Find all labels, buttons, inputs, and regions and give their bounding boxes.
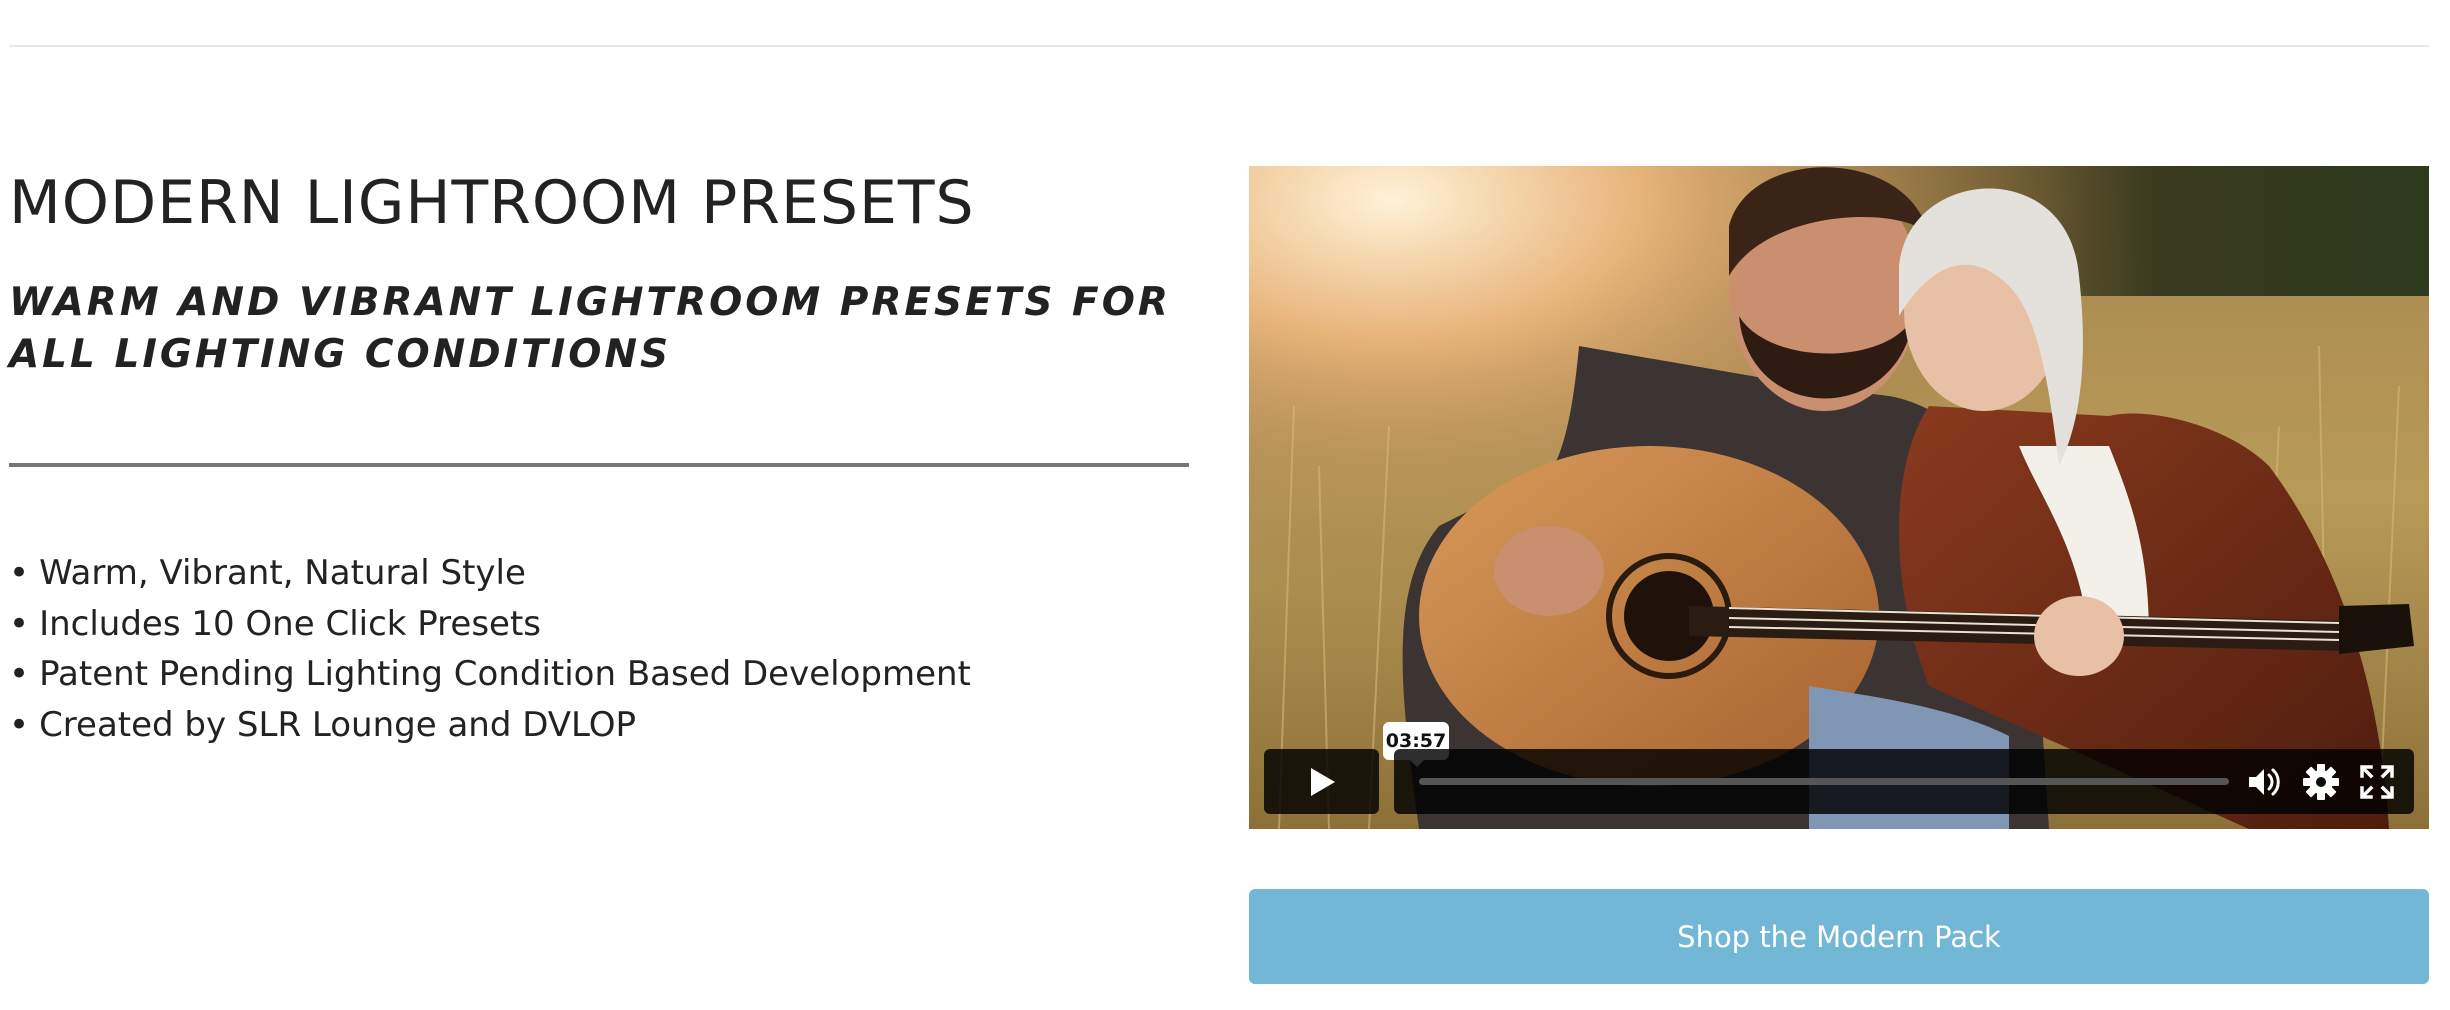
page-title: MODERN LIGHTROOM PRESETS <box>9 168 975 238</box>
bullet: • <box>9 704 30 745</box>
bullet: • <box>9 553 30 593</box>
feature-text: Patent Pending Lighting Condition Based … <box>39 654 971 694</box>
feature-item: • Warm, Vibrant, Natural Style <box>9 548 971 599</box>
feature-text: Warm, Vibrant, Natural Style <box>39 553 526 593</box>
feature-list: • Warm, Vibrant, Natural Style • Includes … <box>9 548 971 750</box>
bullet: • <box>9 603 30 644</box>
video-player[interactable]: 03:57 <box>1249 166 2429 829</box>
feature-text: Created by SLR Lounge and DVLOP <box>39 704 637 745</box>
feature-item: • Includes 10 One Click Presets <box>9 599 971 650</box>
feature-text: Includes 10 One Click Presets <box>39 603 542 644</box>
section-divider <box>9 463 1189 467</box>
page: MODERN LIGHTROOM PRESETS WARM AND VIBRAN… <box>0 0 2450 1010</box>
shop-modern-pack-button[interactable]: Shop the Modern Pack <box>1249 889 2429 984</box>
play-button[interactable] <box>1264 749 1379 814</box>
bullet: • <box>9 654 30 694</box>
volume-icon[interactable] <box>2245 763 2283 801</box>
progress-bar[interactable] <box>1419 778 2229 785</box>
video-controls <box>1394 749 2414 814</box>
feature-item: • Patent Pending Lighting Condition Based… <box>9 649 971 700</box>
play-icon <box>1310 767 1335 796</box>
feature-item: • Created by SLR Lounge and DVLOP <box>9 700 971 751</box>
fullscreen-icon[interactable] <box>2358 763 2396 801</box>
top-divider <box>9 45 2429 47</box>
gear-icon[interactable] <box>2302 763 2340 801</box>
page-subtitle: WARM AND VIBRANT LIGHTROOM PRESETS FOR A… <box>9 280 1171 377</box>
